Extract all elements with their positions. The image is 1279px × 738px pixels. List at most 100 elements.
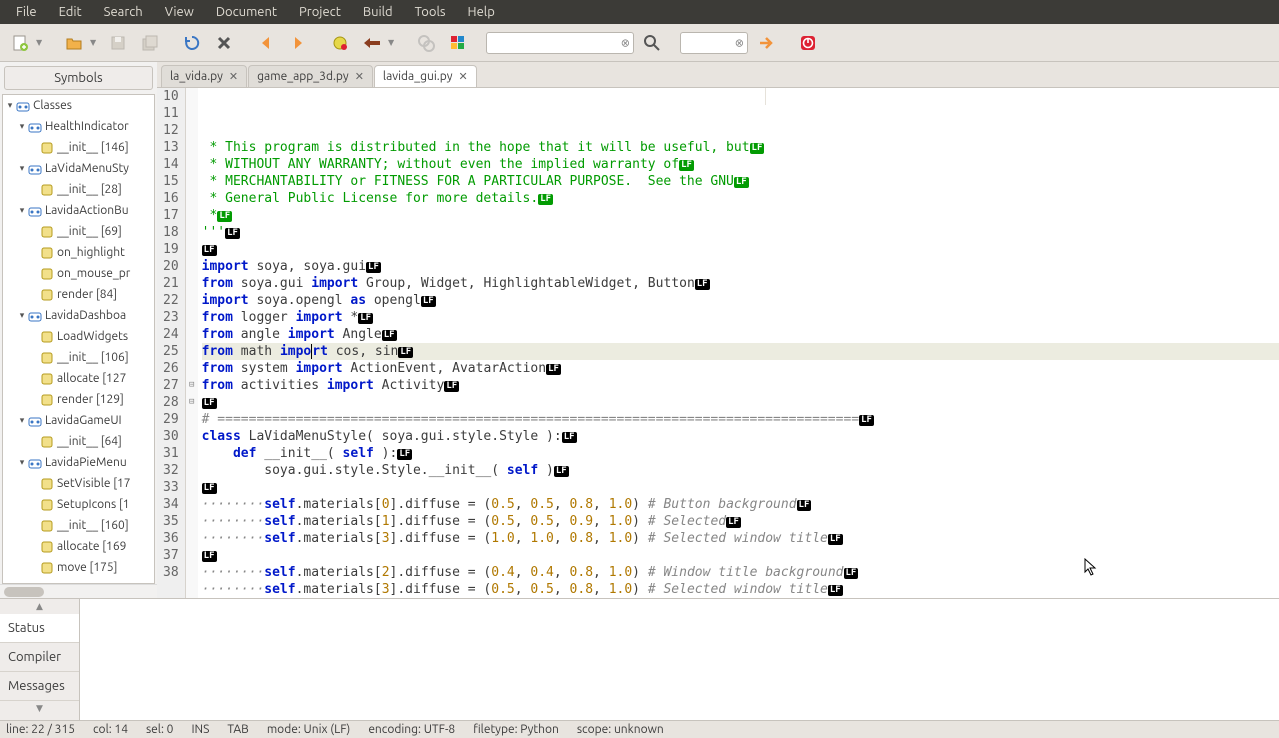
scroll-up-icon[interactable]: ▲ — [0, 599, 79, 614]
save-all-button[interactable] — [136, 29, 164, 57]
tree-method[interactable]: __init__ [160] — [3, 515, 154, 536]
close-icon[interactable]: ✕ — [355, 70, 364, 83]
file-tab[interactable]: game_app_3d.py✕ — [248, 65, 373, 87]
code-line[interactable]: from logger import *LF — [202, 309, 1279, 326]
code-line[interactable]: from math import cos, sinLF — [202, 343, 1279, 360]
tree-method[interactable]: LoadWidgets — [3, 326, 154, 347]
code-line[interactable]: LF — [202, 479, 1279, 496]
menu-help[interactable]: Help — [458, 2, 505, 22]
code-line[interactable]: '''LF — [202, 224, 1279, 241]
code-line[interactable]: ········self.materials[3].diffuse = (1.0… — [202, 530, 1279, 547]
new-file-button[interactable] — [6, 29, 34, 57]
back-button[interactable] — [252, 29, 280, 57]
menu-build[interactable]: Build — [353, 2, 403, 22]
code-line[interactable]: from angle import AngleLF — [202, 326, 1279, 343]
fold-column[interactable]: ⊟⊟ — [186, 88, 198, 598]
file-tab[interactable]: lavida_gui.py✕ — [374, 65, 477, 87]
code-line[interactable]: import soya.opengl as openglLF — [202, 292, 1279, 309]
tree-class[interactable]: ▾LavidaActionBu — [3, 200, 154, 221]
status-tab[interactable]: TAB — [227, 723, 248, 736]
tree-class[interactable]: ▾LavidaGameUI — [3, 410, 154, 431]
file-tab[interactable]: la_vida.py✕ — [161, 65, 247, 87]
tree-method[interactable]: render [84] — [3, 284, 154, 305]
status-mode[interactable]: mode: Unix (LF) — [267, 723, 351, 736]
code-line[interactable]: ········self.materials[1].diffuse = (0.5… — [202, 513, 1279, 530]
tree-class[interactable]: ▾LavidaPieMenu — [3, 452, 154, 473]
chevron-down-icon[interactable]: ▼ — [36, 38, 46, 47]
tree-method[interactable]: allocate [169 — [3, 536, 154, 557]
code-line[interactable]: * WITHOUT ANY WARRANTY; without even the… — [202, 156, 1279, 173]
tree-method[interactable]: on_mouse_pr — [3, 263, 154, 284]
chevron-down-icon[interactable]: ▼ — [388, 38, 398, 47]
menu-project[interactable]: Project — [289, 2, 351, 22]
search-button[interactable] — [638, 29, 666, 57]
code-line[interactable]: * This program is distributed in the hop… — [202, 139, 1279, 156]
close-button[interactable] — [210, 29, 238, 57]
tree-class[interactable]: ▾LavidaDashboa — [3, 305, 154, 326]
build-button[interactable] — [358, 29, 386, 57]
tree-method[interactable]: SetVisible [17 — [3, 473, 154, 494]
menu-file[interactable]: File — [6, 2, 47, 22]
code-line[interactable]: from activities import ActivityLF — [202, 377, 1279, 394]
tree-method[interactable]: __init__ [28] — [3, 179, 154, 200]
code-editor[interactable]: 1011121314151617181920212223242526272829… — [157, 88, 1279, 598]
close-icon[interactable]: ✕ — [229, 70, 238, 83]
code-line[interactable]: soya.gui.style.Style.__init__( self )LF — [202, 462, 1279, 479]
search-input[interactable] — [486, 32, 634, 54]
code-line[interactable]: from system import ActionEvent, AvatarAc… — [202, 360, 1279, 377]
status-ins[interactable]: INS — [191, 723, 209, 736]
status-encoding[interactable]: encoding: UTF-8 — [368, 723, 455, 736]
tree-class[interactable]: ▾HealthIndicator — [3, 116, 154, 137]
tree-method[interactable]: __init__ [146] — [3, 137, 154, 158]
bottom-tab-messages[interactable]: Messages — [0, 672, 79, 701]
code-line[interactable]: def __init__( self ):LF — [202, 445, 1279, 462]
menu-search[interactable]: Search — [94, 2, 153, 22]
menu-edit[interactable]: Edit — [49, 2, 92, 22]
tree-method[interactable]: allocate [127 — [3, 368, 154, 389]
code-line[interactable]: * General Public License for more detail… — [202, 190, 1279, 207]
tree-class[interactable]: ▾LaVidaMenuSty — [3, 158, 154, 179]
code-line[interactable]: LF — [202, 241, 1279, 258]
tree-method[interactable]: __init__ [64] — [3, 431, 154, 452]
tree-method[interactable]: SetupIcons [1 — [3, 494, 154, 515]
code-line[interactable]: import soya, soya.guiLF — [202, 258, 1279, 275]
save-button[interactable] — [104, 29, 132, 57]
close-icon[interactable]: ✕ — [459, 70, 468, 83]
tree-method[interactable]: __init__ [106] — [3, 347, 154, 368]
forward-button[interactable] — [284, 29, 312, 57]
horizontal-scrollbar[interactable] — [0, 584, 157, 598]
code-line[interactable]: ········self.materials[2].diffuse = (0.4… — [202, 564, 1279, 581]
quit-button[interactable] — [794, 29, 822, 57]
chevron-down-icon[interactable]: ▼ — [90, 38, 100, 47]
code-line[interactable]: *LF — [202, 207, 1279, 224]
menu-view[interactable]: View — [155, 2, 204, 22]
status-filetype[interactable]: filetype: Python — [473, 723, 559, 736]
symbols-tree[interactable]: ▾Classes▾HealthIndicator__init__ [146]▾L… — [2, 94, 155, 584]
open-file-button[interactable] — [60, 29, 88, 57]
menu-document[interactable]: Document — [206, 2, 287, 22]
tree-method[interactable]: on_highlight — [3, 242, 154, 263]
code-line[interactable]: # ======================================… — [202, 411, 1279, 428]
tree-method[interactable]: render [129] — [3, 389, 154, 410]
bottom-tab-status[interactable]: Status — [0, 614, 79, 643]
tree-root[interactable]: ▾Classes — [3, 95, 154, 116]
symbols-tab[interactable]: Symbols — [4, 66, 153, 90]
compile-button[interactable] — [326, 29, 354, 57]
clear-icon[interactable]: ⊗ — [621, 36, 630, 49]
bottom-tab-compiler[interactable]: Compiler — [0, 643, 79, 672]
code-line[interactable]: ········self.materials[0].diffuse = (0.5… — [202, 496, 1279, 513]
goto-line-button[interactable] — [752, 29, 780, 57]
tree-method[interactable]: __init__ [69] — [3, 221, 154, 242]
code-line[interactable]: LF — [202, 394, 1279, 411]
code-line[interactable]: LF — [202, 547, 1279, 564]
code-line[interactable]: * MERCHANTABILITY or FITNESS FOR A PARTI… — [202, 173, 1279, 190]
color-picker-button[interactable] — [444, 29, 472, 57]
scroll-down-icon[interactable]: ▼ — [0, 701, 79, 716]
code-line[interactable]: ········self.materials[3].diffuse = (0.5… — [202, 581, 1279, 598]
menu-tools[interactable]: Tools — [405, 2, 456, 22]
code-line[interactable]: from soya.gui import Group, Widget, High… — [202, 275, 1279, 292]
clear-icon[interactable]: ⊗ — [735, 36, 744, 49]
code-line[interactable]: class LaVidaMenuStyle( soya.gui.style.St… — [202, 428, 1279, 445]
reload-button[interactable] — [178, 29, 206, 57]
tree-method[interactable]: move [175] — [3, 557, 154, 578]
